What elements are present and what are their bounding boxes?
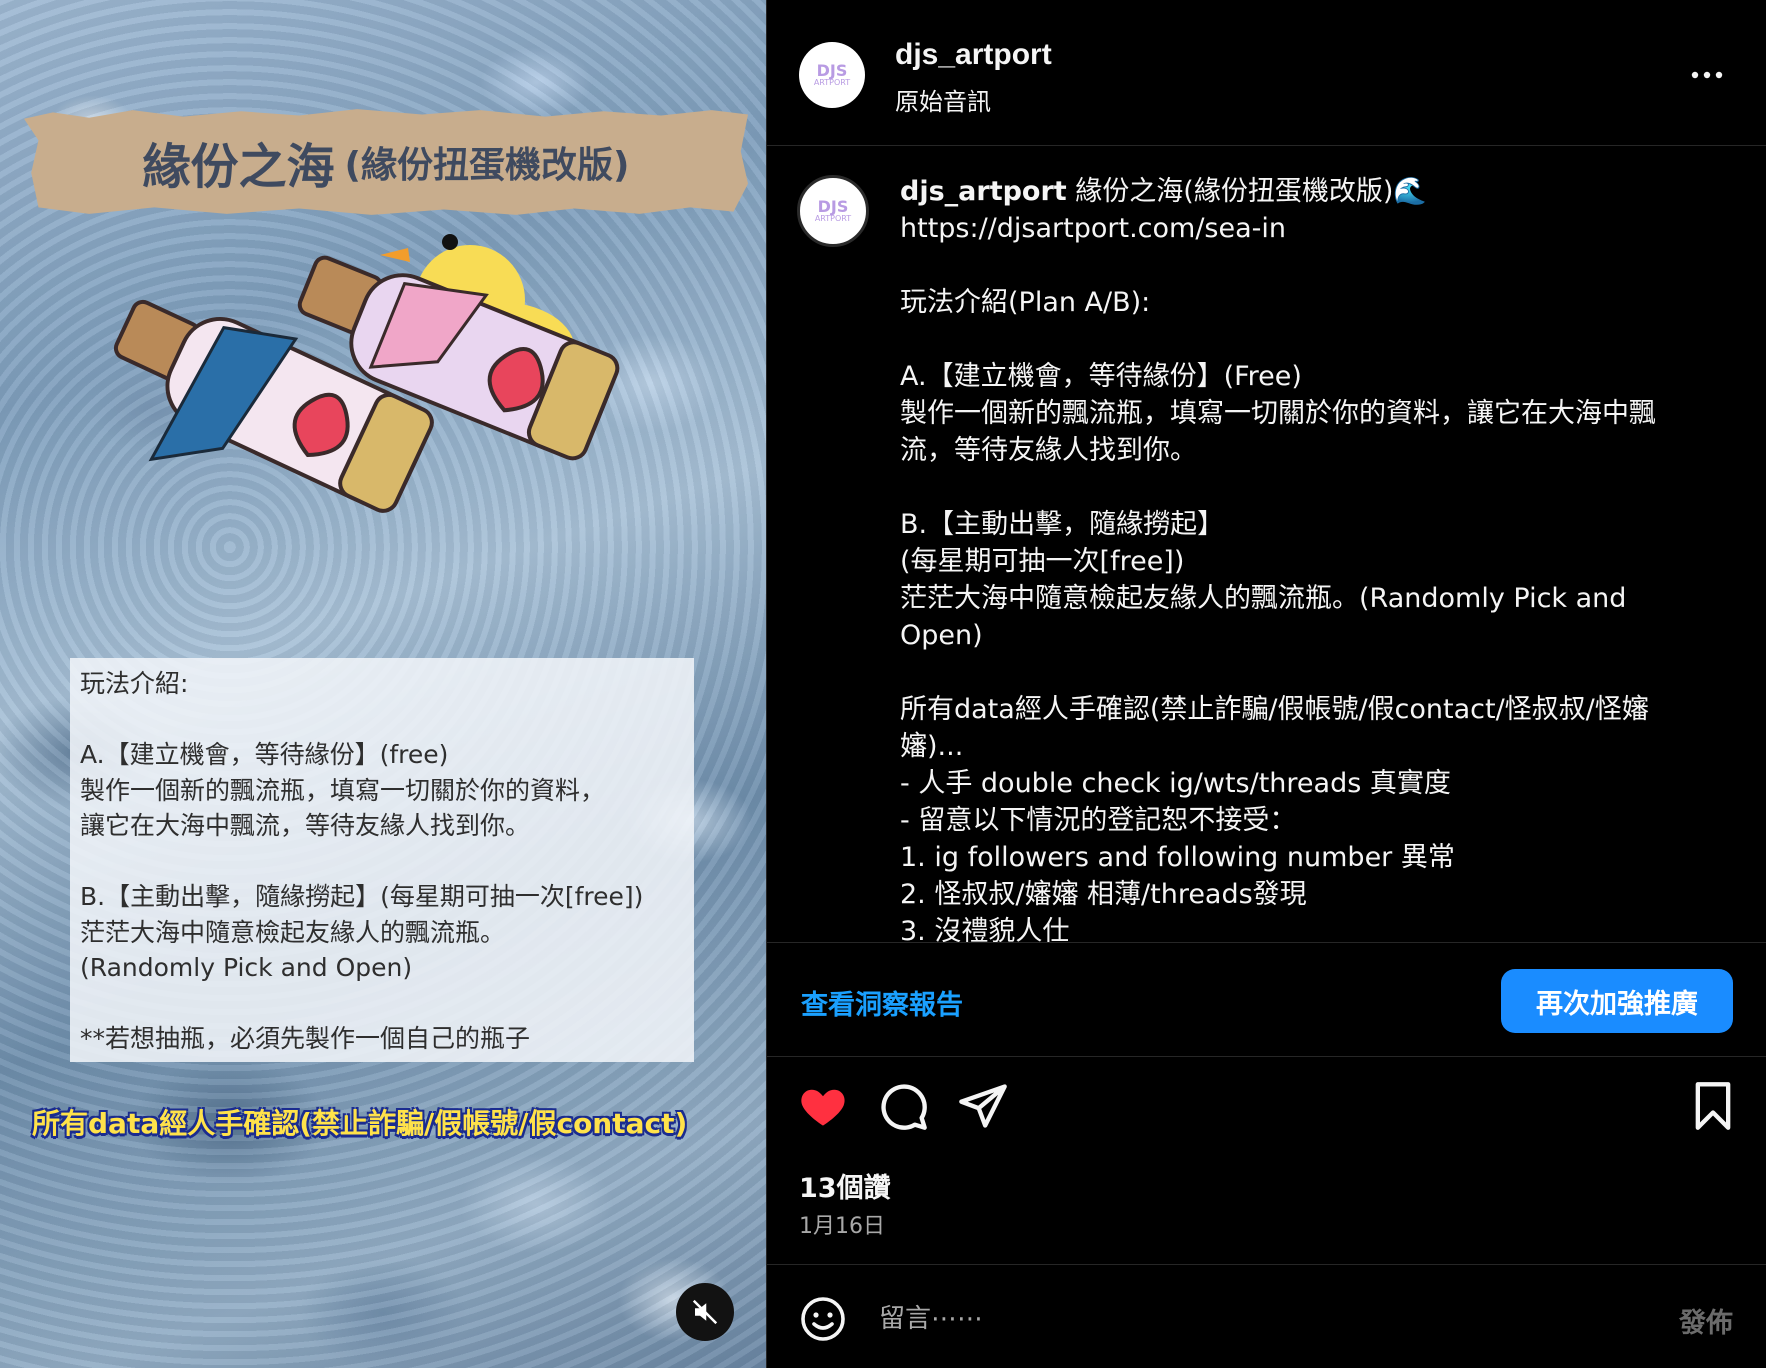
media-howto-text: 玩法介紹: A.【建立機會，等待緣份】(free) 製作一個新的飄流瓶，填寫一切…	[80, 669, 644, 1053]
caption-first-line: 緣份之海(緣份扭蛋機改版)🌊	[1066, 176, 1427, 207]
comment-bar: 發佈	[767, 1264, 1766, 1368]
more-options-icon[interactable]	[1687, 62, 1727, 88]
boost-again-button[interactable]: 再次加強推廣	[1501, 969, 1733, 1033]
save-bookmark-icon[interactable]	[1687, 1080, 1739, 1132]
avatar-logo-icon: DJS ARTPORT	[813, 61, 851, 87]
caption-username[interactable]: djs_artport	[900, 176, 1067, 207]
post-comment-button[interactable]: 發佈	[1679, 1301, 1733, 1340]
insights-bar: 查看洞察報告 再次加強推廣	[767, 942, 1766, 1057]
likes-count[interactable]: 13個讚	[799, 1166, 891, 1205]
speaker-muted-icon	[692, 1299, 718, 1325]
avatar[interactable]: DJS ARTPORT	[799, 42, 865, 108]
view-insights-link[interactable]: 查看洞察報告	[801, 983, 963, 1022]
post-caption: DJS ARTPORT djs_artport 緣份之海(緣份扭蛋機改版)🌊 h…	[767, 147, 1766, 942]
avatar-logo-icon: DJS ARTPORT	[814, 197, 852, 223]
caption-avatar[interactable]: DJS ARTPORT	[797, 175, 869, 247]
mute-button[interactable]	[676, 1283, 734, 1341]
comment-icon[interactable]	[877, 1080, 929, 1132]
media-title-sub: (緣份扭蛋機改版)	[344, 145, 630, 186]
media-title-main: 緣份之海	[142, 139, 335, 195]
original-audio-link[interactable]: 原始音訊	[895, 82, 991, 117]
post-date: 1月16日	[799, 1214, 885, 1239]
post-actions	[767, 1080, 1766, 1140]
media-yellow-caption: 所有data經人手確認(禁止詐騙/假帳號/假contact)	[32, 1107, 688, 1140]
caption-body: djs_artport 緣份之海(緣份扭蛋機改版)🌊 https://djsar…	[900, 173, 1690, 942]
bottles-duck-illustration	[113, 234, 620, 513]
media-howto-box: 玩法介紹: A.【建立機會，等待緣份】(free) 製作一個新的飄流瓶，填寫一切…	[70, 658, 694, 1062]
media-title-banner: 緣份之海 (緣份扭蛋機改版)	[24, 109, 748, 215]
heart-filled-icon[interactable]	[797, 1080, 849, 1132]
emoji-icon[interactable]	[799, 1295, 847, 1343]
share-icon[interactable]	[957, 1080, 1009, 1132]
comment-input[interactable]	[879, 1299, 1639, 1339]
header-username[interactable]: djs_artport	[895, 38, 1052, 72]
post-media[interactable]: 緣份之海 (緣份扭蛋機改版) 玩法介紹: A.【建立機會，等待緣份】(free)…	[0, 0, 766, 1368]
post-header: DJS ARTPORT djs_artport 原始音訊	[767, 0, 1766, 146]
caption-text: https://djsartport.com/sea-in 玩法介紹(Plan …	[900, 213, 1656, 942]
